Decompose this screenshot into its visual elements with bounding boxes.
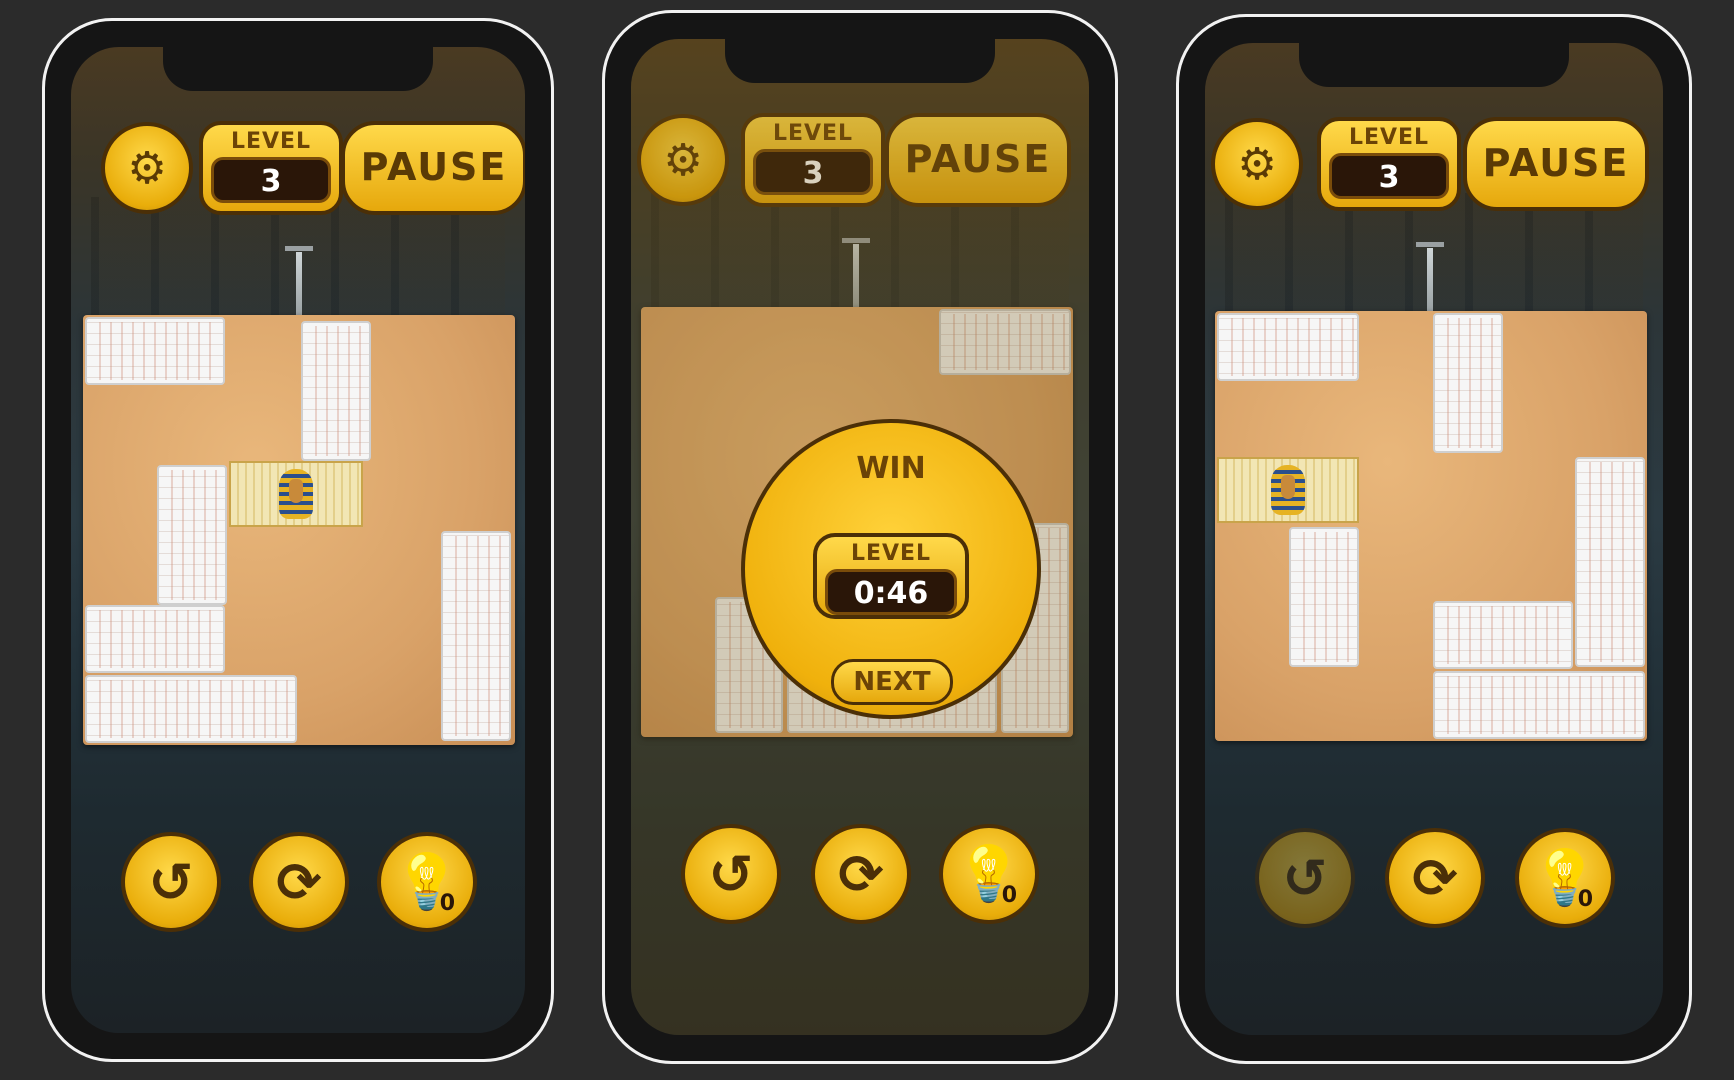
stone-block[interactable] bbox=[1289, 527, 1359, 667]
stone-block[interactable] bbox=[1433, 601, 1573, 669]
game-screen: ⚙ LEVEL 3 PAUSE WIN LEVEL 0:46 NEXT ↺ ⟳ bbox=[631, 39, 1089, 1035]
level-indicator: LEVEL 3 bbox=[741, 113, 885, 207]
hint-count: 0 bbox=[1001, 883, 1017, 908]
restart-icon: ⟳ bbox=[1412, 846, 1458, 910]
stone-block[interactable] bbox=[1433, 313, 1503, 453]
phone-screen-2: ⚙ LEVEL 3 PAUSE WIN LEVEL 0:46 NEXT ↺ ⟳ bbox=[602, 10, 1118, 1064]
pharaoh-mask-icon bbox=[1271, 465, 1305, 515]
level-value: 3 bbox=[753, 149, 873, 195]
pause-button[interactable]: PAUSE bbox=[1463, 117, 1649, 211]
hint-count: 0 bbox=[439, 891, 455, 916]
stone-block[interactable] bbox=[157, 465, 227, 605]
pharaoh-mask-icon bbox=[279, 469, 313, 519]
phone-notch bbox=[725, 39, 995, 83]
level-indicator: LEVEL 3 bbox=[199, 121, 343, 215]
settings-button[interactable]: ⚙ bbox=[101, 122, 193, 214]
settings-button[interactable]: ⚙ bbox=[1211, 118, 1303, 210]
puzzle-board bbox=[83, 315, 515, 745]
hint-button[interactable]: 💡 0 bbox=[377, 832, 477, 932]
gear-icon: ⚙ bbox=[663, 134, 703, 186]
settings-button[interactable]: ⚙ bbox=[637, 114, 729, 206]
restart-button[interactable]: ⟳ bbox=[811, 824, 911, 924]
undo-button[interactable]: ↺ bbox=[121, 832, 221, 932]
restart-icon: ⟳ bbox=[276, 850, 322, 914]
level-value: 3 bbox=[1329, 153, 1449, 199]
hint-button[interactable]: 💡 0 bbox=[1515, 828, 1615, 928]
pause-button[interactable]: PAUSE bbox=[341, 121, 525, 215]
phone-notch bbox=[163, 47, 433, 91]
hint-count: 0 bbox=[1577, 887, 1593, 912]
pharaoh-block[interactable] bbox=[229, 461, 363, 527]
stone-block[interactable] bbox=[939, 309, 1071, 375]
stone-block[interactable] bbox=[301, 321, 371, 461]
level-label: LEVEL bbox=[230, 129, 312, 154]
level-value: 3 bbox=[211, 157, 331, 203]
restart-button[interactable]: ⟳ bbox=[1385, 828, 1485, 928]
next-button[interactable]: NEXT bbox=[831, 659, 953, 705]
win-time: 0:46 bbox=[825, 569, 957, 615]
win-time-box: LEVEL 0:46 bbox=[813, 533, 969, 619]
undo-button[interactable]: ↺ bbox=[681, 824, 781, 924]
stone-block[interactable] bbox=[1433, 671, 1645, 739]
gear-icon: ⚙ bbox=[1237, 138, 1277, 190]
phone-notch bbox=[1299, 43, 1569, 87]
phone-screen-1: ⚙ LEVEL 3 PAUSE ↺ ⟳ 💡 0 bbox=[42, 18, 554, 1062]
level-label: LEVEL bbox=[772, 121, 854, 146]
hint-button[interactable]: 💡 0 bbox=[939, 824, 1039, 924]
win-title: WIN bbox=[856, 451, 926, 486]
puzzle-board bbox=[1215, 311, 1647, 741]
stone-block[interactable] bbox=[85, 317, 225, 385]
phone-screen-3: ⚙ LEVEL 3 PAUSE ↺ ⟳ 💡 0 bbox=[1176, 14, 1692, 1064]
restart-icon: ⟳ bbox=[838, 842, 884, 906]
undo-icon: ↺ bbox=[1282, 846, 1328, 910]
win-dialog: WIN LEVEL 0:46 NEXT bbox=[741, 419, 1041, 719]
pause-button[interactable]: PAUSE bbox=[885, 113, 1071, 207]
stone-block[interactable] bbox=[85, 605, 225, 673]
undo-icon: ↺ bbox=[708, 842, 754, 906]
undo-icon: ↺ bbox=[148, 850, 194, 914]
win-level-label: LEVEL bbox=[850, 541, 932, 566]
level-label: LEVEL bbox=[1348, 125, 1430, 150]
gear-icon: ⚙ bbox=[127, 142, 167, 194]
pharaoh-block[interactable] bbox=[1217, 457, 1359, 523]
undo-button[interactable]: ↺ bbox=[1255, 828, 1355, 928]
restart-button[interactable]: ⟳ bbox=[249, 832, 349, 932]
stone-block[interactable] bbox=[1217, 313, 1359, 381]
stone-block[interactable] bbox=[1575, 457, 1645, 667]
game-screen: ⚙ LEVEL 3 PAUSE ↺ ⟳ 💡 0 bbox=[1205, 43, 1663, 1035]
game-screen: ⚙ LEVEL 3 PAUSE ↺ ⟳ 💡 0 bbox=[71, 47, 525, 1033]
level-indicator: LEVEL 3 bbox=[1317, 117, 1461, 211]
stone-block[interactable] bbox=[441, 531, 511, 741]
stone-block[interactable] bbox=[85, 675, 297, 743]
